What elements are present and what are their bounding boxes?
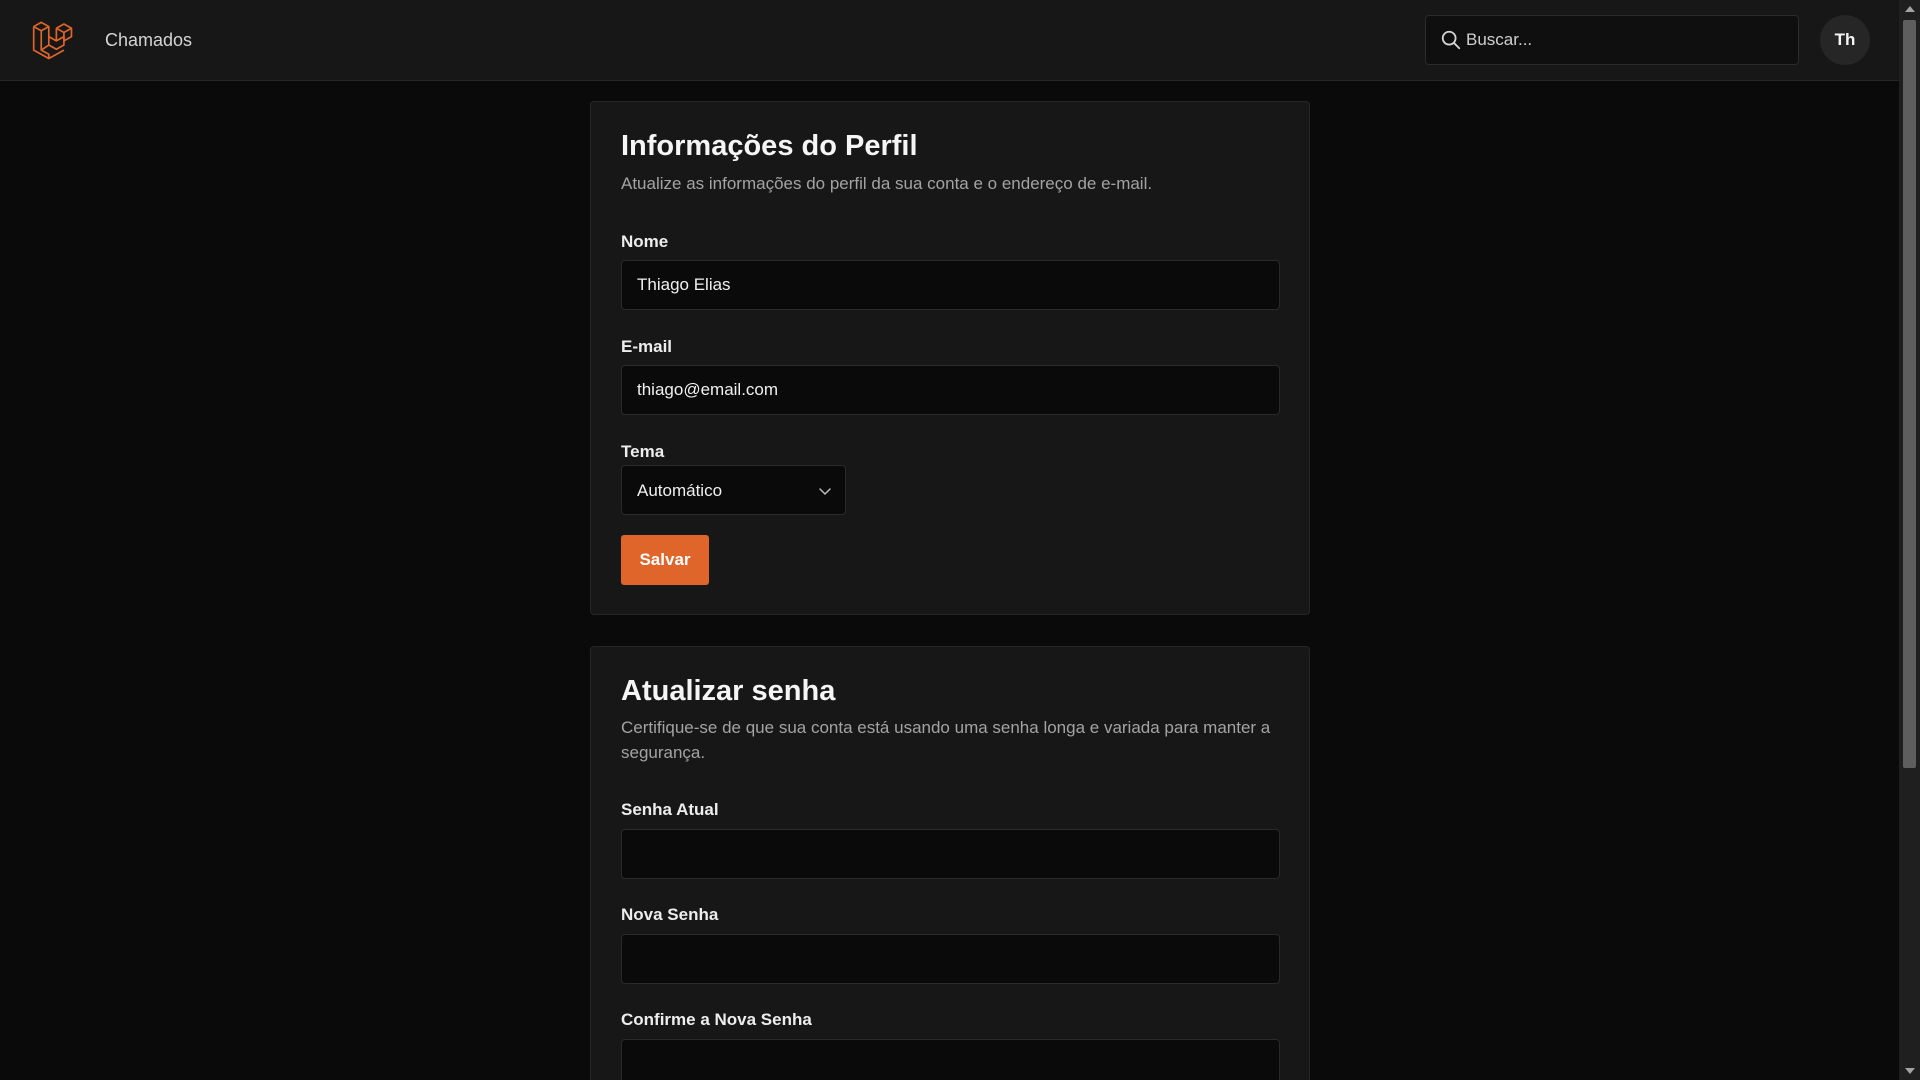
password-card-description: Certifique-se de que sua conta está usan… — [621, 718, 1271, 762]
theme-label: Tema — [621, 442, 665, 461]
name-label: Nome — [621, 232, 669, 251]
scroll-down-arrow-icon[interactable] — [1899, 1062, 1920, 1080]
email-field[interactable] — [621, 365, 1280, 415]
profile-page: Chamados Th Informações do Perfil Atuali… — [0, 0, 1920, 1080]
profile-card-description: Atualize as informações do perfil da sua… — [621, 174, 1153, 193]
new-password-field[interactable] — [621, 934, 1280, 984]
scroll-thumb[interactable] — [1903, 20, 1916, 768]
theme-select-value: Automático — [637, 481, 723, 500]
profile-info-card: Informações do Perfil Atualize as inform… — [590, 101, 1310, 615]
search-input[interactable] — [1466, 16, 1786, 64]
scroll-up-arrow-icon[interactable] — [1899, 0, 1920, 18]
chevron-down-icon — [819, 488, 831, 496]
page-scrollbar[interactable] — [1899, 0, 1920, 1080]
new-password-label: Nova Senha — [621, 905, 719, 924]
current-password-label: Senha Atual — [621, 800, 719, 819]
current-password-field[interactable] — [621, 829, 1280, 879]
theme-select[interactable]: Automático — [621, 465, 846, 515]
avatar[interactable]: Th — [1820, 15, 1870, 65]
name-field[interactable] — [621, 260, 1280, 310]
password-card-title: Atualizar senha — [621, 675, 836, 707]
confirm-password-label: Confirme a Nova Senha — [621, 1010, 812, 1029]
app-title[interactable]: Chamados — [105, 30, 192, 51]
search-icon — [1441, 30, 1461, 50]
profile-card-title: Informações do Perfil — [621, 130, 918, 162]
email-label: E-mail — [621, 337, 673, 356]
save-button[interactable]: Salvar — [621, 535, 709, 585]
confirm-password-field[interactable] — [621, 1039, 1280, 1080]
laravel-logo-icon[interactable] — [32, 18, 74, 62]
search-box[interactable] — [1425, 15, 1799, 65]
update-password-card: Atualizar senha Certifique-se de que sua… — [590, 646, 1310, 1080]
top-bar: Chamados Th — [0, 0, 1899, 81]
